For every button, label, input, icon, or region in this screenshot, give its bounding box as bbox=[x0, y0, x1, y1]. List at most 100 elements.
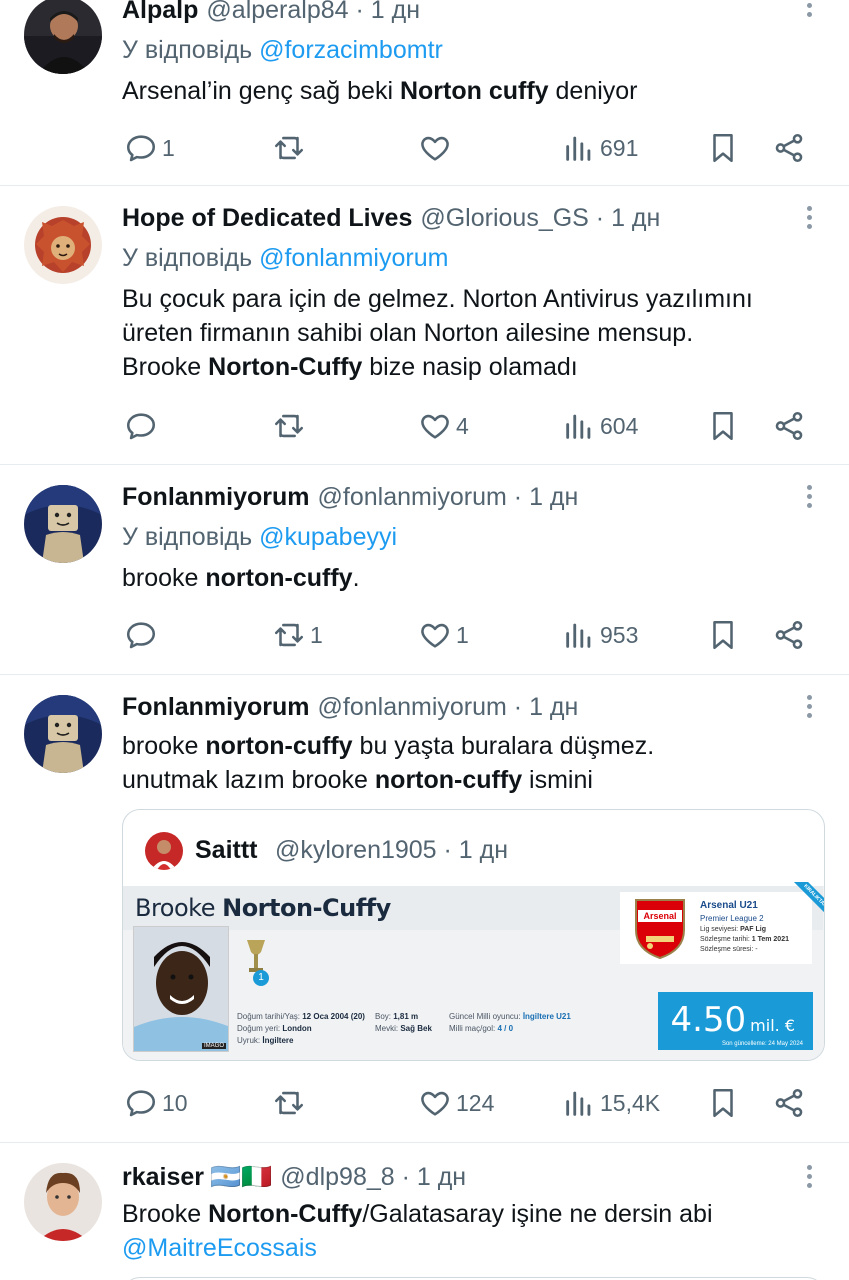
more-dots-icon[interactable] bbox=[796, 691, 822, 727]
more-dots-icon[interactable] bbox=[796, 0, 822, 26]
retweet-button[interactable]: 1 bbox=[272, 615, 323, 655]
mention-link[interactable]: @MaitreEcossais bbox=[122, 1231, 819, 1265]
player-name: Brooke Norton-Cuffy bbox=[135, 894, 391, 922]
avatar[interactable] bbox=[24, 206, 102, 284]
text-line: Brooke Norton-Cuffy/Galatasaray işine ne… bbox=[122, 1197, 819, 1231]
tweet-header: Fonlanmiyorum @fonlanmiyorum · 1 дн bbox=[122, 477, 789, 517]
like-button[interactable]: 4 bbox=[418, 406, 469, 446]
reply-context: У відповідь @forzacimbomtr bbox=[122, 32, 443, 68]
like-button[interactable] bbox=[418, 128, 456, 168]
reply-mention-link[interactable]: @forzacimbomtr bbox=[259, 36, 443, 64]
reply-button[interactable] bbox=[124, 406, 162, 446]
display-name[interactable]: rkaiser bbox=[122, 1163, 204, 1191]
quote-avatar[interactable] bbox=[145, 832, 183, 870]
info-height: Boy: 1,81 m bbox=[375, 1012, 418, 1021]
more-dots-icon[interactable] bbox=[796, 202, 822, 238]
reply-button[interactable]: 1 bbox=[124, 128, 175, 168]
more-dots-icon[interactable] bbox=[796, 1161, 822, 1197]
tweet[interactable]: Fonlanmiyorum @fonlanmiyorum · 1 дн У від… bbox=[0, 465, 849, 675]
info-value: 12 Oca 2004 (20) bbox=[302, 1012, 365, 1021]
tweet-header: Hope of Dedicated Lives @Glorious_GS · 1 … bbox=[122, 198, 789, 238]
views-button[interactable]: 15,4K bbox=[562, 1083, 660, 1123]
text-bold: Norton cuffy bbox=[399, 77, 549, 105]
like-count: 124 bbox=[456, 1089, 495, 1116]
retweet-button[interactable] bbox=[272, 406, 310, 446]
quote-handle-time[interactable]: @kyloren1905 · 1 дн bbox=[275, 830, 508, 870]
user-handle[interactable]: @dlp98_8 bbox=[280, 1163, 394, 1191]
tweet-header: Fonlanmiyorum @fonlanmiyorum · 1 дн bbox=[122, 687, 789, 727]
retweet-icon bbox=[272, 131, 306, 165]
reply-button[interactable] bbox=[124, 615, 162, 655]
contract-length: Sözleşme süresi: - bbox=[700, 946, 758, 953]
text-part: brooke bbox=[122, 732, 206, 760]
user-handle[interactable]: @alperalp84 bbox=[206, 0, 348, 24]
avatar[interactable] bbox=[24, 0, 102, 74]
reply-mention-link[interactable]: @kupabeyyi bbox=[259, 523, 397, 551]
views-button[interactable]: 604 bbox=[562, 406, 638, 446]
share-button[interactable] bbox=[772, 615, 806, 655]
player-photo: IMAGO bbox=[133, 926, 229, 1052]
text-line: Brooke Norton-Cuffy bize nasip olamadı bbox=[122, 350, 819, 384]
share-button[interactable] bbox=[772, 128, 806, 168]
display-name[interactable]: Alpalp bbox=[122, 0, 198, 24]
player-card-image[interactable]: Brooke Norton-Cuffy IMAGO 1 Doğum tarihi… bbox=[123, 882, 824, 1060]
timestamp[interactable]: · 1 дн bbox=[395, 1163, 467, 1191]
retweet-icon bbox=[272, 409, 306, 443]
share-icon bbox=[772, 131, 806, 165]
user-handle[interactable]: @fonlanmiyorum bbox=[318, 483, 507, 511]
info-birth: Doğum tarihi/Yaş: 12 Oca 2004 (20) bbox=[237, 1012, 365, 1021]
text-bold: norton-cuffy bbox=[205, 564, 353, 592]
text-line: brooke norton-cuffy bu yaşta buralara dü… bbox=[122, 729, 819, 763]
bookmark-button[interactable] bbox=[706, 1083, 740, 1123]
info-value: 1 Tem 2021 bbox=[751, 936, 789, 943]
share-button[interactable] bbox=[772, 1083, 806, 1123]
timestamp[interactable]: · 1 дн bbox=[349, 0, 420, 24]
retweet-button[interactable] bbox=[272, 1083, 310, 1123]
tweet[interactable]: Alpalp @alperalp84 · 1 дн У відповідь @fo… bbox=[0, 0, 849, 186]
share-button[interactable] bbox=[772, 406, 806, 446]
bookmark-icon bbox=[706, 618, 740, 652]
bookmark-button[interactable] bbox=[706, 128, 740, 168]
reply-button[interactable]: 10 bbox=[124, 1083, 188, 1123]
action-bar: 4 604 bbox=[0, 406, 849, 446]
avatar[interactable] bbox=[24, 695, 102, 773]
info-label: Lig seviyesi: bbox=[700, 926, 741, 933]
tweet[interactable]: Fonlanmiyorum @fonlanmiyorum · 1 дн brook… bbox=[0, 675, 849, 1143]
timestamp[interactable]: · 1 дн bbox=[507, 483, 579, 511]
display-name[interactable]: Fonlanmiyorum bbox=[122, 483, 310, 511]
avatar[interactable] bbox=[24, 485, 102, 563]
quote-handle[interactable]: @kyloren1905 bbox=[275, 836, 437, 864]
info-label: Doğum yeri: bbox=[237, 1024, 283, 1033]
reply-mention-link[interactable]: @fonlanmiyorum bbox=[259, 244, 448, 272]
user-handle[interactable]: @Glorious_GS bbox=[420, 204, 589, 232]
bookmark-button[interactable] bbox=[706, 615, 740, 655]
views-button[interactable]: 953 bbox=[562, 615, 638, 655]
like-button[interactable]: 124 bbox=[418, 1083, 494, 1123]
quote-display-name[interactable]: Saittt bbox=[195, 830, 258, 870]
display-name[interactable]: Fonlanmiyorum bbox=[122, 693, 310, 721]
bookmark-button[interactable] bbox=[706, 406, 740, 446]
retweet-button[interactable] bbox=[272, 128, 310, 168]
timestamp[interactable]: · 1 дн bbox=[589, 204, 661, 232]
tweet[interactable]: rkaiser 🇦🇷🇮🇹 @dlp98_8 · 1 дн Brooke Norton… bbox=[0, 1143, 849, 1280]
views-button[interactable]: 691 bbox=[562, 128, 638, 168]
like-button[interactable]: 1 bbox=[418, 615, 469, 655]
text-part: bize nasip olamadı bbox=[362, 353, 578, 381]
avatar[interactable] bbox=[24, 1163, 102, 1241]
user-handle[interactable]: @fonlanmiyorum bbox=[318, 693, 507, 721]
tweet[interactable]: Hope of Dedicated Lives @Glorious_GS · 1 … bbox=[0, 186, 849, 465]
tweet-header: rkaiser 🇦🇷🇮🇹 @dlp98_8 · 1 дн bbox=[122, 1157, 789, 1197]
more-dots-icon[interactable] bbox=[796, 481, 822, 517]
quoted-tweet[interactable]: Saittt @kyloren1905 · 1 дн Brooke Norton… bbox=[122, 809, 825, 1061]
text-part: deniyor bbox=[548, 77, 638, 105]
timestamp[interactable]: · 1 дн bbox=[507, 693, 579, 721]
info-value: Sağ Bek bbox=[400, 1024, 432, 1033]
display-name[interactable]: Hope of Dedicated Lives bbox=[122, 204, 412, 232]
info-label: Uyruk: bbox=[237, 1036, 263, 1045]
info-position: Mevki: Sağ Bek bbox=[375, 1024, 432, 1033]
text-part: /Galatasaray işine ne dersin abi bbox=[362, 1200, 713, 1228]
contract-date: Sözleşme tarihi: 1 Tem 2021 bbox=[700, 936, 789, 943]
comment-bubble-icon bbox=[124, 618, 158, 652]
like-count: 4 bbox=[456, 412, 469, 439]
info-label: Mevki: bbox=[375, 1024, 401, 1033]
